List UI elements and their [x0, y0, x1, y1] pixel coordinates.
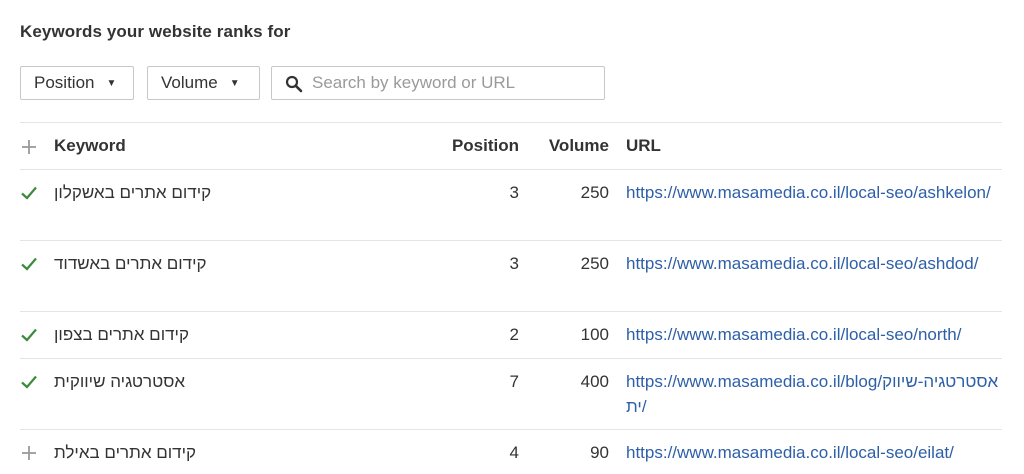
search-box[interactable]: [271, 66, 605, 100]
url-link[interactable]: https://www.masamedia.co.il/blog/אסטרטגי…: [626, 369, 1002, 419]
keyword-cell: קידום אתרים באילת: [54, 443, 197, 462]
position-cell: 7: [509, 372, 519, 391]
volume-cell: 90: [590, 443, 609, 462]
keyword-cell: קידום אתרים באשקלון: [54, 183, 212, 202]
url-link[interactable]: https://www.masamedia.co.il/local-seo/ei…: [626, 440, 1002, 465]
table-header: Keyword Position Volume URL: [20, 122, 1002, 170]
search-icon: [285, 75, 303, 93]
checkmark-icon[interactable]: [20, 326, 38, 344]
column-header-url[interactable]: URL: [626, 136, 661, 156]
volume-cell: 250: [580, 254, 609, 273]
keyword-cell: קידום אתרים בצפון: [54, 325, 189, 344]
caret-down-icon: ▼: [229, 77, 240, 89]
position-cell: 3: [509, 254, 519, 273]
keyword-cell: קידום אתרים באשדוד: [54, 254, 207, 273]
url-link[interactable]: https://www.masamedia.co.il/local-seo/as…: [626, 251, 1002, 276]
table-row: קידום אתרים באילת 4 90 https://www.masam…: [20, 430, 1002, 474]
checkmark-icon[interactable]: [20, 373, 38, 391]
table-row: קידום אתרים באשקלון 3 250 https://www.ma…: [20, 170, 1002, 240]
page-title: Keywords your website ranks for: [20, 22, 291, 41]
plus-icon[interactable]: [20, 138, 38, 156]
table-row: אסטרטגיה שיווקית 7 400 https://www.masam…: [20, 359, 1002, 429]
position-filter-dropdown[interactable]: Position ▼: [20, 66, 134, 100]
caret-down-icon: ▼: [106, 77, 117, 89]
volume-cell: 400: [580, 372, 609, 391]
position-cell: 2: [509, 325, 519, 344]
column-header-volume[interactable]: Volume: [540, 136, 609, 156]
checkmark-icon[interactable]: [20, 255, 38, 273]
plus-icon[interactable]: [20, 444, 38, 462]
position-cell: 4: [509, 443, 519, 462]
search-input[interactable]: [312, 71, 592, 95]
volume-filter-label: Volume: [161, 73, 218, 92]
table-row: קידום אתרים באשדוד 3 250 https://www.mas…: [20, 241, 1002, 311]
table-row: קידום אתרים בצפון 2 100 https://www.masa…: [20, 312, 1002, 358]
column-header-position[interactable]: Position: [450, 136, 519, 156]
position-filter-label: Position: [34, 73, 95, 92]
checkmark-icon[interactable]: [20, 184, 38, 202]
volume-filter-dropdown[interactable]: Volume ▼: [147, 66, 260, 100]
volume-cell: 250: [580, 183, 609, 202]
url-link[interactable]: https://www.masamedia.co.il/local-seo/no…: [626, 322, 1002, 347]
column-header-keyword[interactable]: Keyword: [54, 136, 126, 156]
position-cell: 3: [509, 183, 519, 202]
keyword-cell: אסטרטגיה שיווקית: [54, 372, 186, 391]
volume-cell: 100: [580, 325, 609, 344]
url-link[interactable]: https://www.masamedia.co.il/local-seo/as…: [626, 180, 1002, 205]
